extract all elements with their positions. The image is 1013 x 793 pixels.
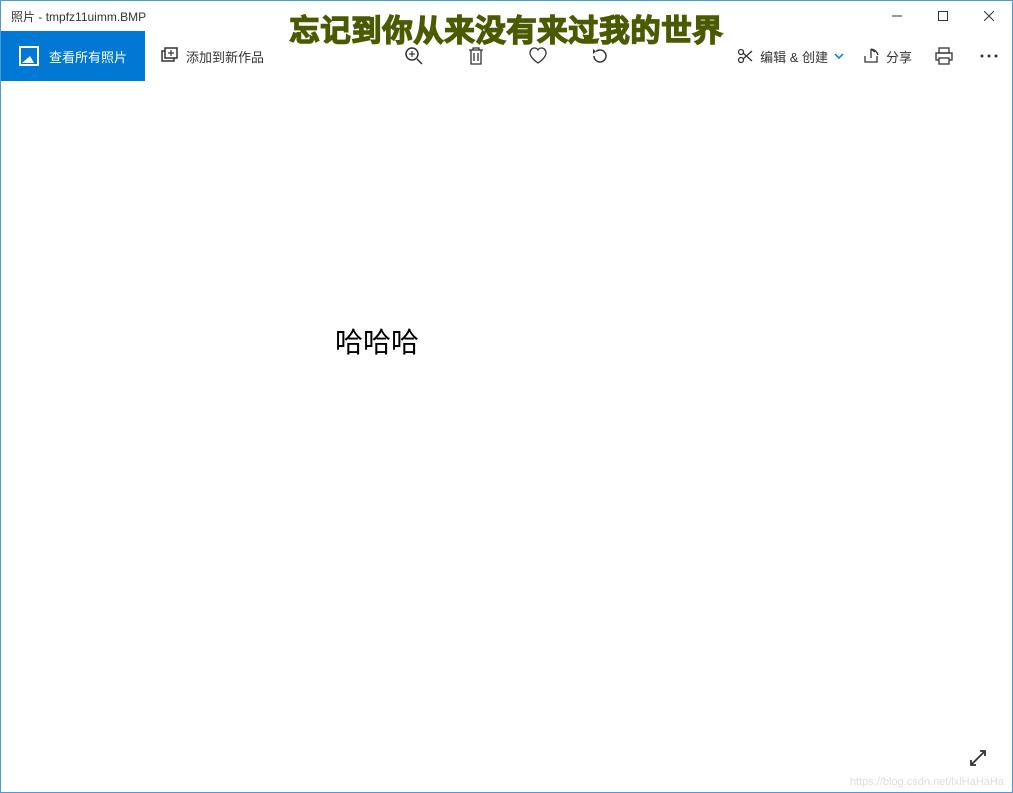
view-all-label: 查看所有照片 [49, 47, 127, 66]
add-creation-label: 添加到新作品 [186, 47, 264, 66]
window-title: 照片 - tmpfz11uimm.BMP [11, 8, 146, 25]
view-all-photos-button[interactable]: 查看所有照片 [1, 31, 145, 81]
displayed-image-text: 哈哈哈 [335, 321, 419, 361]
share-button[interactable]: 分享 [862, 47, 912, 66]
close-button[interactable] [966, 1, 1012, 31]
share-icon [862, 47, 880, 65]
watermark-text: https://blog.csdn.net/lxlHaHaHa [850, 776, 1004, 788]
share-label: 分享 [886, 47, 912, 66]
window-controls [874, 1, 1012, 31]
add-to-creation-button[interactable]: 添加到新作品 [145, 31, 279, 81]
fullscreen-button[interactable] [968, 748, 990, 770]
maximize-icon [938, 11, 948, 21]
image-viewport[interactable]: 哈哈哈 https://blog.csdn.net/lxlHaHaHa [1, 81, 1012, 792]
print-button[interactable] [930, 43, 958, 69]
video-caption-overlay: 忘记到你从来没有来过我的世界 [290, 6, 724, 50]
maximize-button[interactable] [920, 1, 966, 31]
close-icon [984, 11, 994, 21]
file-name: tmpfz11uimm.BMP [46, 10, 146, 24]
minimize-button[interactable] [874, 1, 920, 31]
chevron-down-icon [834, 53, 844, 59]
edit-create-label: 编辑 & 创建 [760, 47, 828, 66]
print-icon [934, 47, 954, 65]
ellipsis-icon [980, 54, 998, 58]
edit-create-button[interactable]: 编辑 & 创建 [736, 47, 844, 66]
minimize-icon [892, 11, 902, 21]
scissors-icon [736, 47, 754, 65]
app-name: 照片 [11, 10, 35, 24]
toolbar-right: 编辑 & 创建 分享 [736, 31, 1002, 81]
fullscreen-icon [968, 748, 988, 768]
add-creation-icon [160, 47, 178, 65]
photos-app-window: 忘记到你从来没有来过我的世界 照片 - tmpfz11uimm.BMP 查看所有… [0, 0, 1013, 793]
more-options-button[interactable] [976, 50, 1002, 62]
photo-icon [19, 46, 39, 66]
